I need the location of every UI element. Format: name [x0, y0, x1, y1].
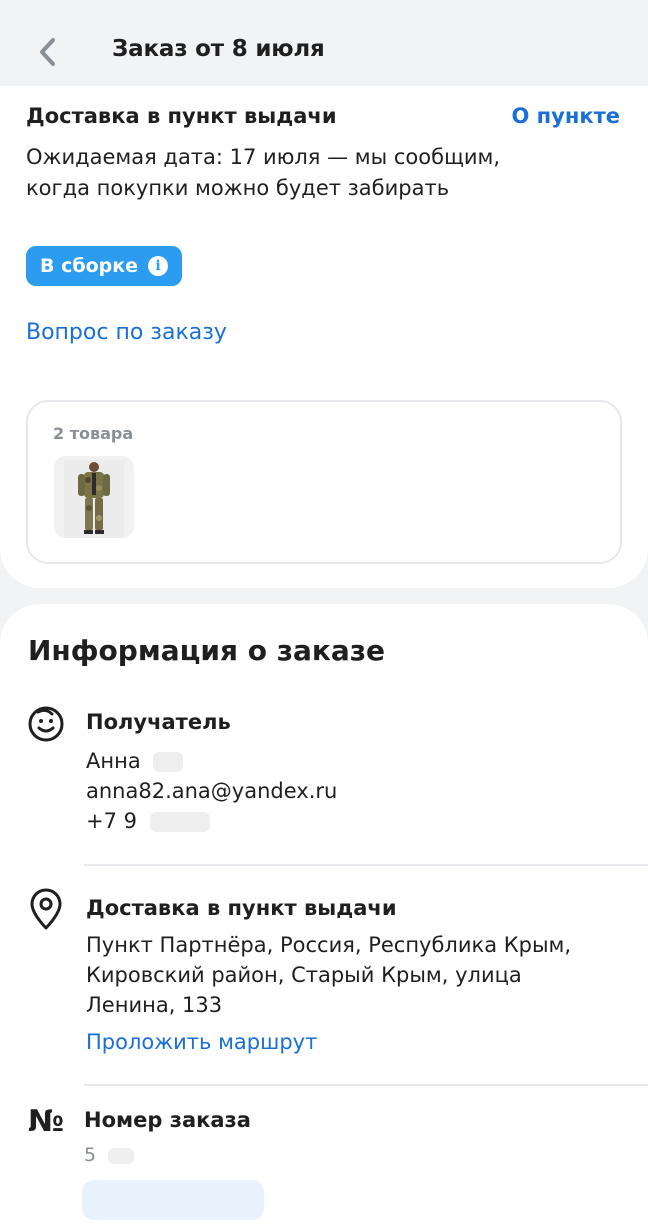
number-sign-icon: №	[28, 1104, 65, 1139]
redacted-block	[108, 1147, 135, 1164]
recipient-name-text: Анна	[86, 749, 141, 773]
back-button[interactable]	[30, 33, 64, 71]
recipient-title: Получатель	[86, 710, 231, 734]
divider	[84, 864, 648, 866]
page-title: Заказ от 8 июля	[112, 36, 325, 62]
delivery-card: Доставка в пункт выдачи О пункте Ожидаем…	[0, 86, 648, 588]
order-number-title: Номер заказа	[84, 1108, 251, 1132]
top-bar: Заказ от 8 июля	[0, 0, 648, 100]
divider	[84, 1084, 648, 1086]
status-label: В сборке	[40, 255, 139, 277]
bottom-action-button[interactable]	[82, 1180, 264, 1220]
recipient-name: Анна	[86, 746, 184, 776]
about-pickup-link[interactable]: О пункте	[511, 104, 620, 128]
redacted-block	[153, 752, 184, 772]
expected-date-text: Ожидаемая дата: 17 июля — мы сообщим, ко…	[26, 145, 501, 200]
info-icon: i	[148, 256, 169, 276]
order-info-heading: Информация о заказе	[28, 634, 386, 667]
product-image[interactable]	[54, 456, 134, 538]
pickup-title: Доставка в пункт выдачи	[86, 896, 397, 920]
items-count: 2 товара	[53, 424, 134, 443]
chevron-left-icon	[40, 38, 55, 66]
recipient-phone: +7 9	[86, 806, 210, 836]
location-pin-icon	[24, 888, 68, 932]
camouflage-suit-image	[54, 456, 134, 538]
delivery-title: Доставка в пункт выдачи	[26, 104, 337, 128]
redacted-block	[149, 812, 210, 832]
recipient-phone-text: +7 9	[86, 809, 137, 833]
build-route-link[interactable]: Проложить маршрут	[86, 1030, 317, 1054]
status-badge[interactable]: В сборке i	[26, 246, 183, 286]
smile-icon	[24, 702, 68, 746]
order-number-value: 5	[84, 1140, 135, 1170]
order-items-card[interactable]: 2 товара	[26, 400, 622, 564]
pickup-address-line: Пункт Партнёра, Россия, Республика Крым,	[86, 933, 572, 957]
pickup-address-line: Ленина, 133	[86, 993, 223, 1017]
pickup-address-line: Кировский район, Старый Крым, улица	[86, 963, 522, 987]
order-number-text: 5	[84, 1144, 97, 1166]
order-info-card: Информация о заказе Получатель Анна anna…	[0, 604, 648, 1224]
recipient-email: anna82.ana@yandex.ru	[86, 779, 338, 803]
order-question-link[interactable]: Вопрос по заказу	[26, 320, 227, 345]
